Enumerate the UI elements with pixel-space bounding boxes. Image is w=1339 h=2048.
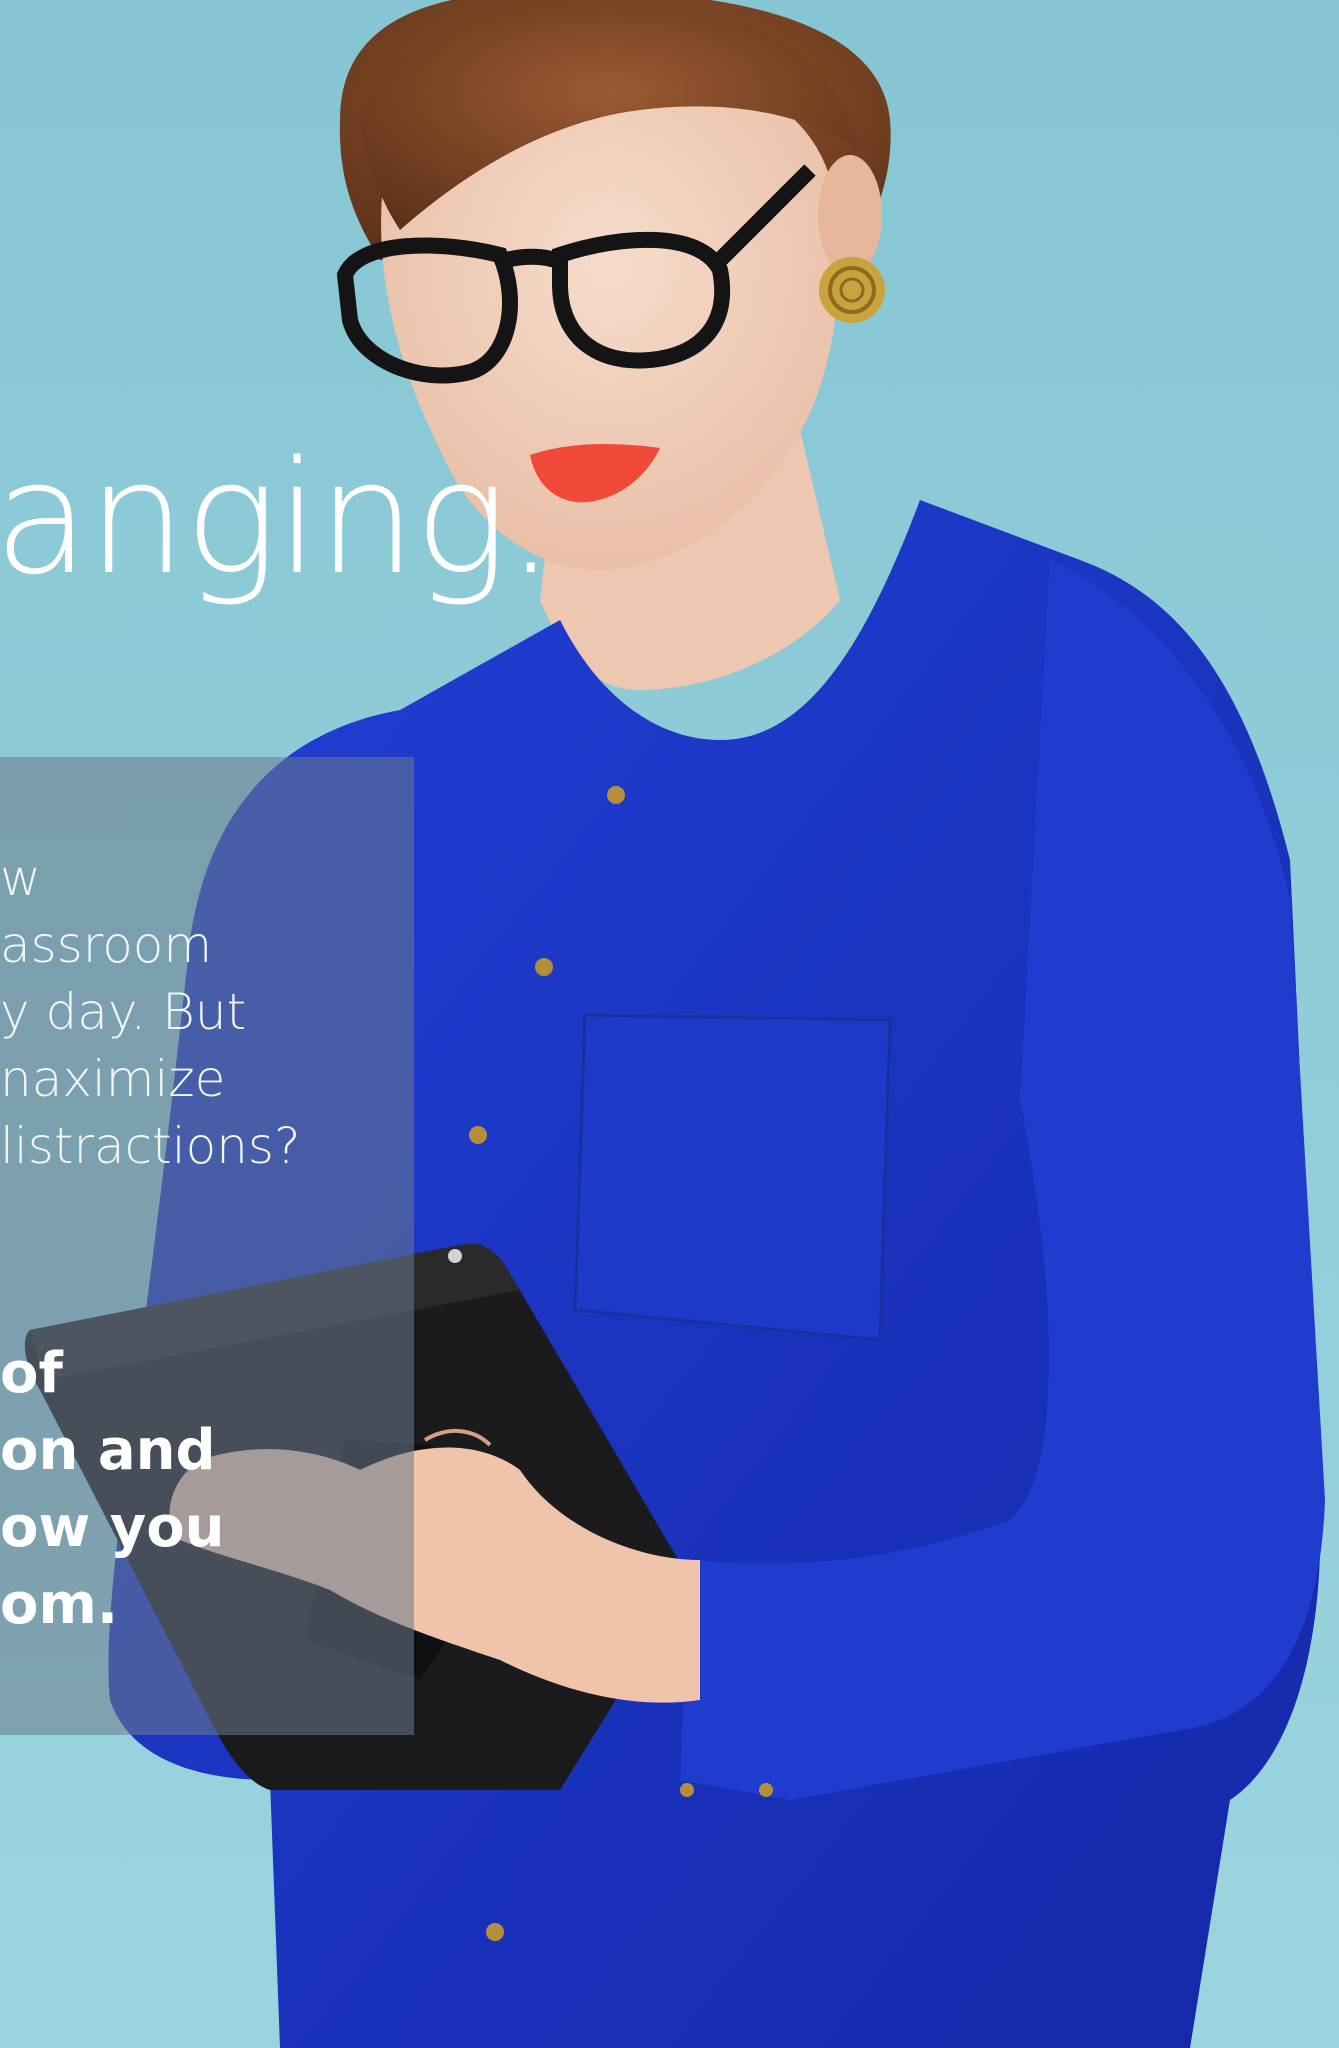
bold-line: ow you	[0, 1495, 225, 1560]
intro-paragraph: w assroom y day. But naximize listractio…	[0, 845, 420, 1180]
intro-line: naximize	[0, 1050, 226, 1108]
shirt-pocket	[573, 1013, 892, 1342]
intro-line: listractions?	[0, 1117, 301, 1175]
headline: anging.	[0, 427, 555, 609]
intro-line: y day. But	[0, 983, 247, 1041]
bold-line: om.	[0, 1572, 119, 1637]
bold-line: of	[0, 1341, 63, 1406]
bold-line: on and	[0, 1418, 216, 1483]
intro-line: w	[0, 849, 41, 907]
intro-line: assroom	[0, 916, 213, 974]
bold-paragraph: of on and ow you om.	[0, 1335, 420, 1643]
hero-photo-scene: anging. w assroom y day. But naximize li…	[0, 0, 1339, 2048]
ear	[818, 155, 882, 275]
tablet-camera	[448, 1249, 462, 1263]
